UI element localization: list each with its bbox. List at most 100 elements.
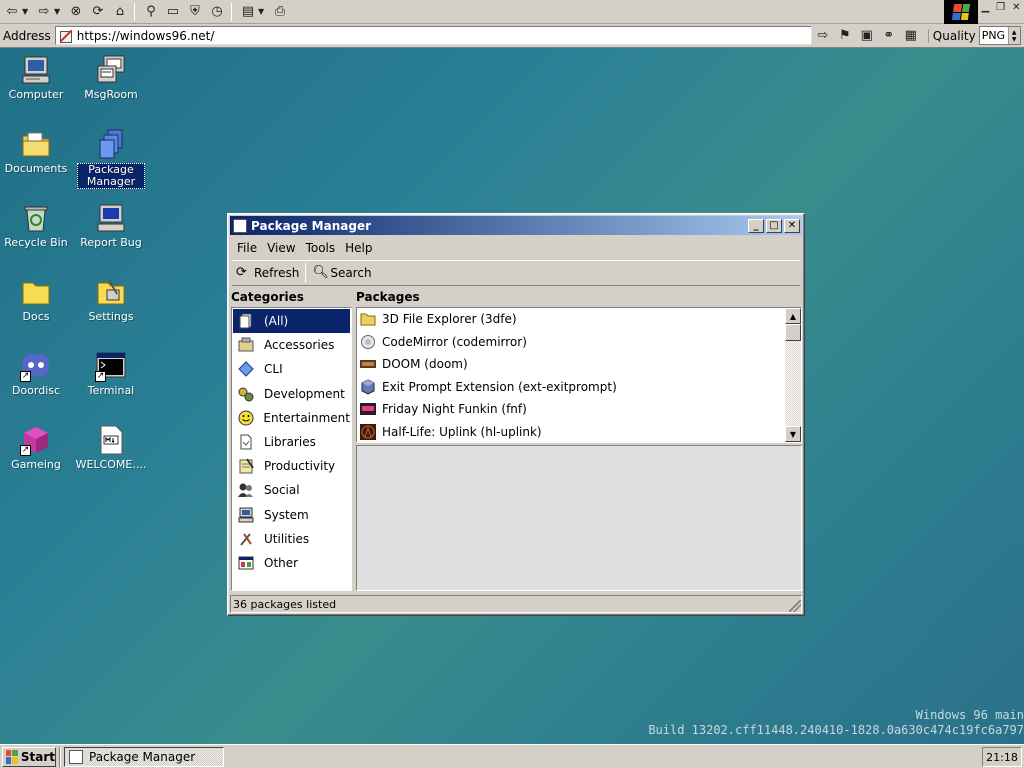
stop-icon[interactable]: ⊗ (66, 2, 86, 22)
category-item-other[interactable]: Other (233, 551, 350, 575)
favorites-icon[interactable]: ▭ (163, 2, 183, 22)
package-item[interactable]: 3D File Explorer (3dfe) (357, 308, 801, 331)
folder-icon (360, 311, 376, 327)
desktop-icon-recycle-bin[interactable]: Recycle Bin (0, 202, 74, 249)
desktop-icon-welcome[interactable]: WELCOME.... (73, 424, 149, 471)
category-item-development[interactable]: Development (233, 382, 350, 406)
desktop-icon-msgroom[interactable]: MsgRoom (73, 54, 149, 101)
quality-select[interactable]: PNG ▲ ▼ (978, 26, 1021, 45)
category-item-utilities[interactable]: Utilities (233, 527, 350, 551)
package-item[interactable]: Exit Prompt Extension (ext-exitprompt) (357, 376, 801, 399)
maximize-button[interactable]: □ (766, 218, 782, 233)
refresh-icon[interactable]: ⟳ (88, 2, 108, 22)
shortcut-arrow-icon: ↗ (20, 445, 31, 456)
desktop-icon-settings[interactable]: Settings (73, 276, 149, 323)
notes-icon[interactable]: ▦ (900, 26, 922, 46)
desktop-icon-package-manager[interactable]: Package Manager (73, 128, 149, 189)
menu-help[interactable]: Help (340, 241, 377, 255)
go-icon[interactable]: ⇨ (812, 26, 834, 46)
insecure-page-icon (59, 29, 73, 43)
package-item[interactable]: Half-Life: Uplink (hl-uplink) (357, 421, 801, 443)
system-computer-icon (237, 506, 255, 524)
people-icon (237, 481, 255, 499)
desktop-icon-label: Documents (4, 162, 68, 175)
edit-dropdown-icon[interactable]: ▼ (258, 7, 266, 16)
package-label: Half-Life: Uplink (hl-uplink) (382, 424, 542, 439)
window-titlebar[interactable]: Package Manager _ □ ✕ (230, 216, 802, 235)
desktop-icon-report-bug[interactable]: Report Bug (73, 202, 149, 249)
forward-icon[interactable]: ⇨ (34, 2, 54, 22)
restore-icon[interactable]: ❐ (996, 2, 1005, 13)
category-label: System (264, 507, 309, 522)
menu-tools[interactable]: Tools (301, 241, 341, 255)
category-item-libraries[interactable]: Libraries (233, 430, 350, 454)
package-item[interactable]: CodeMirror (codemirror) (357, 331, 801, 354)
category-item-entertainment[interactable]: Entertainment (233, 406, 350, 430)
resize-grip-icon[interactable] (789, 600, 801, 612)
task-label: Package Manager (89, 749, 196, 764)
category-item-cli[interactable]: CLI (233, 357, 350, 381)
quality-spinner-icon[interactable]: ▲ ▼ (1007, 27, 1020, 44)
scrollbar-thumb[interactable] (785, 324, 801, 341)
scroll-down-icon[interactable]: ▼ (785, 426, 801, 442)
address-url[interactable]: https://windows96.net/ (77, 29, 215, 43)
history-icon[interactable]: ◷ (207, 2, 227, 22)
minimize-button[interactable]: _ (748, 218, 764, 233)
print-icon[interactable]: ⎙ (270, 2, 290, 22)
edit-icon[interactable]: ▤ (238, 2, 258, 22)
forward-dropdown-icon[interactable]: ▼ (54, 7, 62, 16)
category-item-social[interactable]: Social (233, 478, 350, 502)
packages-scrollbar[interactable]: ▲ ▼ (785, 308, 801, 442)
category-label: Productivity (264, 459, 336, 474)
taskbar-button-package-manager[interactable]: Package Manager (64, 746, 224, 767)
category-item-system[interactable]: System (233, 503, 350, 527)
shield-icon[interactable]: ⛨ (185, 2, 205, 22)
menu-file[interactable]: File (232, 241, 262, 255)
search-icon[interactable]: ⚲ (141, 2, 161, 22)
game-cube-icon: ↗ (20, 424, 52, 456)
menu-view[interactable]: View (262, 241, 300, 255)
desktop-icon-computer[interactable]: Computer (0, 54, 74, 101)
packages-heading: Packages (356, 290, 420, 304)
category-item-all[interactable]: (All) (233, 309, 350, 334)
windows-flag-icon (951, 4, 971, 20)
desktop-icon-documents[interactable]: Documents (0, 128, 74, 175)
desktop-icon-label: MsgRoom (84, 88, 138, 101)
back-dropdown-icon[interactable]: ▼ (22, 7, 30, 16)
desktop-icon-docs[interactable]: Docs (0, 276, 74, 323)
package-item[interactable]: DOOM (doom) (357, 353, 801, 376)
back-icon[interactable]: ⇦ (2, 2, 22, 22)
notepad-icon (237, 457, 255, 475)
refresh-label: Refresh (254, 266, 300, 280)
doordisc-icon: ↗ (20, 350, 52, 382)
address-label: Address (3, 28, 51, 43)
package-label: DOOM (doom) (382, 357, 468, 372)
find-icon[interactable]: ⚭ (878, 26, 900, 46)
address-input[interactable]: https://windows96.net/ (54, 26, 812, 45)
desktop-icon-doordisc[interactable]: ↗ Doordisc (0, 350, 74, 397)
settings-icon (95, 276, 127, 308)
desktop-icon-label: Package Manager (77, 163, 145, 189)
menu-bar: File View Tools Help (232, 238, 800, 258)
build-info: Windows 96 main Build 13202.cff11448.240… (648, 708, 1024, 738)
refresh-button[interactable]: ⟳ Refresh (232, 262, 303, 284)
desktop-icon-gameing[interactable]: ↗ Gameing (0, 424, 74, 471)
start-button[interactable]: Start (2, 746, 56, 767)
close-button[interactable]: ✕ (784, 218, 800, 233)
category-item-productivity[interactable]: Productivity (233, 454, 350, 478)
categories-heading: Categories (231, 290, 304, 304)
status-bar: 36 packages listed (230, 595, 802, 613)
package-item[interactable]: Friday Night Funkin (fnf) (357, 398, 801, 421)
clock[interactable]: 21:18 (986, 751, 1018, 764)
page-icon[interactable]: ▣ (856, 26, 878, 46)
desktop-icon-terminal[interactable]: ↗ Terminal (73, 350, 149, 397)
search-button[interactable]: 🔍︎ Search (308, 262, 375, 284)
minimize-icon[interactable]: ▁ (981, 2, 989, 13)
scroll-up-icon[interactable]: ▲ (785, 308, 801, 324)
msgroom-icon (95, 54, 127, 86)
library-file-icon (237, 433, 255, 451)
bookmark-icon[interactable]: ⚑ (834, 26, 856, 46)
home-icon[interactable]: ⌂ (110, 2, 130, 22)
category-item-accessories[interactable]: Accessories (233, 333, 350, 357)
close-icon[interactable]: ✕ (1012, 2, 1020, 13)
